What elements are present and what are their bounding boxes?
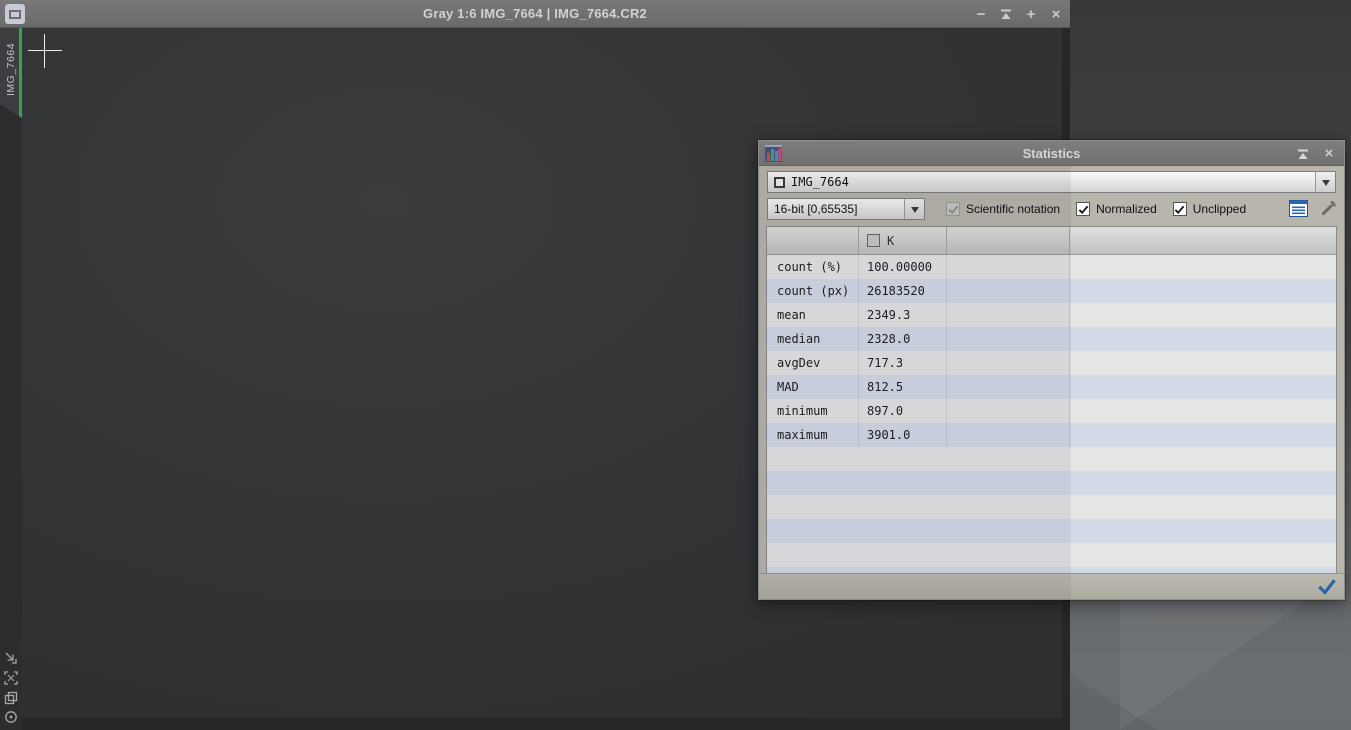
minimize-button[interactable]: − — [973, 6, 989, 23]
checkbox-label: Normalized — [1096, 202, 1157, 216]
crosshair-cursor — [44, 34, 45, 68]
row-label: count (px) — [767, 279, 859, 303]
row-label: MAD — [767, 375, 859, 399]
image-tab-active-indicator — [19, 28, 22, 118]
row-label: count (%) — [767, 255, 859, 279]
table-filler-row — [767, 495, 1336, 519]
checkbox-unclipped[interactable]: Unclipped — [1172, 202, 1247, 216]
row-value: 3901.0 — [859, 423, 947, 447]
view-selector-arrow[interactable] — [1315, 172, 1335, 192]
header-cell-k[interactable]: K — [859, 227, 947, 254]
view-selector-value: IMG_7664 — [791, 175, 849, 189]
dialog-footer — [759, 573, 1344, 599]
statistics-table: K count (%) 100.00000 count (px) 2618352… — [766, 226, 1337, 574]
view-window-icon — [774, 176, 785, 188]
apply-checkmark-icon[interactable] — [1318, 578, 1336, 596]
shade-icon — [1298, 149, 1308, 159]
header-cell-labels — [767, 227, 859, 254]
dialog-shade-button[interactable] — [1295, 146, 1311, 162]
dialog-title: Statistics — [1022, 146, 1081, 161]
shade-icon — [1001, 9, 1011, 19]
table-filler-row — [767, 543, 1336, 567]
image-window-title: Gray 1:6 IMG_7664 | IMG_7664.CR2 — [423, 6, 647, 21]
table-row: avgDev 717.3 — [767, 351, 1336, 375]
statistics-dialog: Statistics × IMG_7664 16-bit [0,65535] S… — [758, 140, 1345, 600]
image-tab[interactable]: IMG_7664 — [0, 28, 22, 118]
row-value: 100.00000 — [859, 255, 947, 279]
table-row: count (%) 100.00000 — [767, 255, 1336, 279]
row-value: 2328.0 — [859, 327, 947, 351]
checkbox-label: Scientific notation — [966, 202, 1061, 216]
range-selector-value: 16-bit [0,65535] — [774, 202, 858, 216]
image-window-side-strip — [0, 28, 22, 730]
checkbox-normalized[interactable]: Normalized — [1076, 202, 1157, 216]
resize-corner-icon[interactable] — [3, 650, 19, 666]
range-selector-arrow[interactable] — [904, 199, 924, 219]
row-value: 812.5 — [859, 375, 947, 399]
wrench-icon — [1321, 200, 1336, 216]
table-filler-row — [767, 471, 1336, 495]
crosshair-cursor — [28, 50, 62, 51]
row-label: mean — [767, 303, 859, 327]
header-cell-empty — [947, 227, 1070, 254]
table-header: K — [767, 227, 1336, 255]
checkbox-icon — [946, 202, 960, 216]
text-report-icon — [1288, 199, 1308, 217]
row-label: median — [767, 327, 859, 351]
header-cell-empty — [1070, 227, 1336, 254]
table-row: minimum 897.0 — [767, 399, 1336, 423]
chevron-down-icon — [910, 206, 919, 217]
row-label: avgDev — [767, 351, 859, 375]
row-value: 897.0 — [859, 399, 947, 423]
close-button[interactable]: × — [1048, 6, 1064, 23]
row-value: 26183520 — [859, 279, 947, 303]
range-selector[interactable]: 16-bit [0,65535] — [767, 198, 925, 220]
checkbox-scientific-notation[interactable]: Scientific notation — [946, 202, 1060, 216]
column-checkbox[interactable] — [867, 234, 880, 247]
table-filler-row — [767, 447, 1336, 471]
maximize-button[interactable]: + — [1023, 6, 1039, 23]
view-selector[interactable]: IMG_7664 — [767, 171, 1336, 193]
table-filler-row — [767, 519, 1336, 543]
text-report-button[interactable] — [1287, 197, 1309, 219]
row-label: minimum — [767, 399, 859, 423]
row-value: 2349.3 — [859, 303, 947, 327]
table-row: median 2328.0 — [767, 327, 1336, 351]
dialog-titlebar[interactable]: Statistics × — [759, 141, 1344, 166]
duplicate-view-icon[interactable] — [3, 690, 19, 706]
image-window-titlebar[interactable]: Gray 1:6 IMG_7664 | IMG_7664.CR2 − + × — [0, 0, 1070, 28]
center-view-icon[interactable] — [3, 709, 19, 725]
chevron-down-icon — [1321, 179, 1330, 190]
table-row: mean 2349.3 — [767, 303, 1336, 327]
fit-view-icon[interactable] — [3, 670, 19, 686]
row-label: maximum — [767, 423, 859, 447]
row-value: 717.3 — [859, 351, 947, 375]
dialog-close-button[interactable]: × — [1321, 145, 1337, 162]
checkbox-label: Unclipped — [1192, 202, 1247, 216]
checkbox-icon — [1172, 202, 1187, 216]
table-row: MAD 812.5 — [767, 375, 1336, 399]
checkbox-icon — [1076, 202, 1091, 216]
table-row: count (px) 26183520 — [767, 279, 1336, 303]
column-k-label: K — [887, 233, 895, 248]
shade-button[interactable] — [998, 6, 1014, 22]
preferences-button[interactable] — [1317, 197, 1339, 219]
table-row: maximum 3901.0 — [767, 423, 1336, 447]
